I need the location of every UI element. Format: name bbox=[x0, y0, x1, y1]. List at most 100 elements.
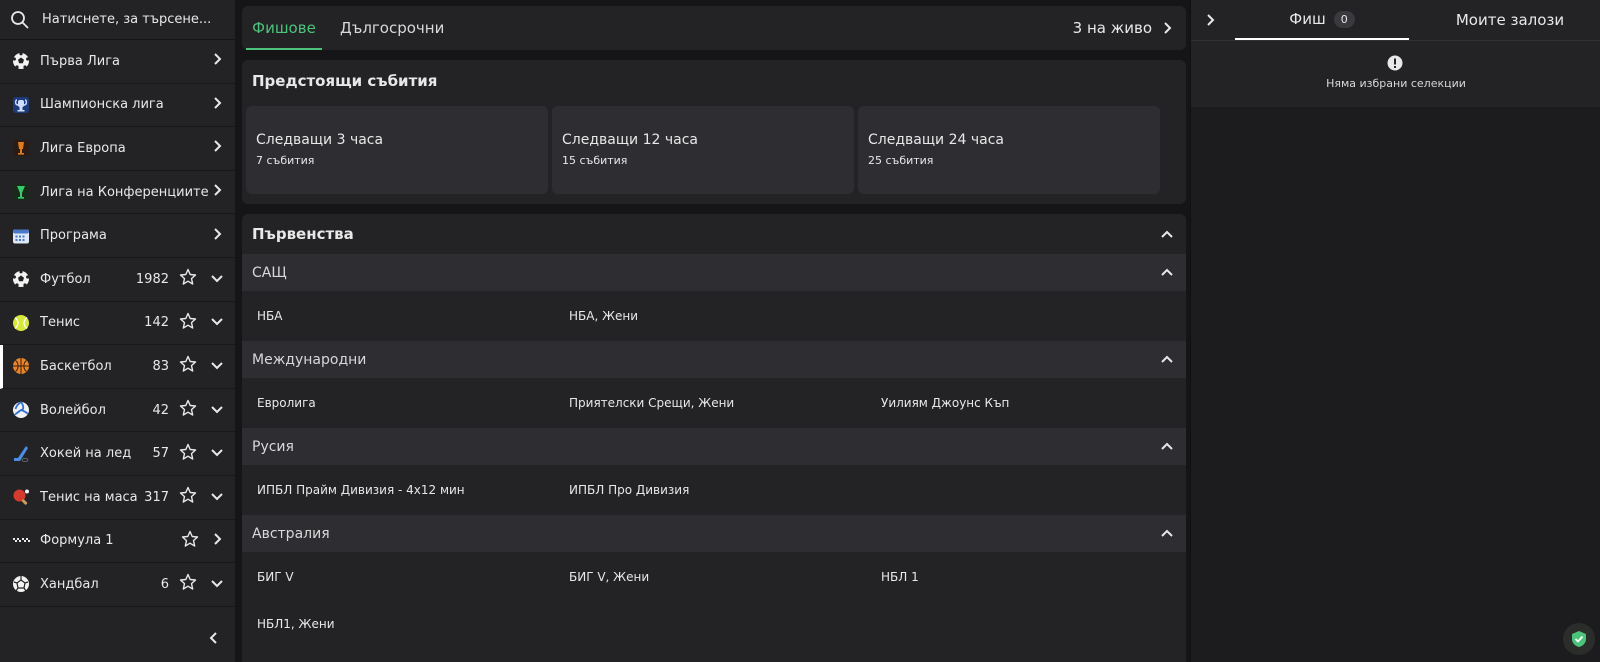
card-count: 25 събития bbox=[868, 154, 934, 167]
country-name: Международни bbox=[252, 351, 367, 368]
star-icon[interactable] bbox=[179, 312, 197, 334]
sidebar-item-11[interactable]: Формула 1 bbox=[0, 520, 235, 564]
sidebar-item-label: Първа Лига bbox=[40, 53, 120, 69]
collapse-sidebar-icon[interactable] bbox=[206, 630, 222, 646]
info-alert-icon bbox=[1387, 55, 1403, 71]
chevron-down-icon[interactable] bbox=[209, 488, 225, 507]
championships-header[interactable]: Първенства bbox=[242, 214, 1186, 254]
sidebar-item-label: Футбол bbox=[40, 271, 91, 287]
country-name: Русия bbox=[252, 438, 294, 455]
star-icon[interactable] bbox=[179, 443, 197, 465]
chevron-up-icon[interactable] bbox=[1160, 352, 1174, 368]
chevron-right-icon[interactable] bbox=[211, 95, 225, 115]
star-icon[interactable] bbox=[179, 355, 197, 377]
chevron-up-icon[interactable] bbox=[1160, 526, 1174, 542]
league-link[interactable]: ИПБЛ Про Дивизия bbox=[554, 465, 866, 515]
sidebar-item-2[interactable]: Лига Европа bbox=[0, 127, 235, 171]
league-link[interactable]: НБА, Жени bbox=[554, 291, 866, 341]
chevron-right-icon[interactable] bbox=[1205, 12, 1217, 28]
chevron-right-icon[interactable] bbox=[211, 182, 225, 202]
event-count: 83 bbox=[152, 358, 169, 374]
sidebar-item-4[interactable]: Програма bbox=[0, 214, 235, 258]
search-bar[interactable] bbox=[0, 0, 235, 40]
chevron-right-icon[interactable] bbox=[211, 138, 225, 158]
tennis-ball-icon bbox=[12, 314, 30, 332]
chevron-down-icon[interactable] bbox=[209, 401, 225, 420]
card-title: Следващи 12 часа bbox=[562, 132, 698, 148]
search-icon bbox=[11, 10, 29, 29]
chevron-down-icon[interactable] bbox=[209, 357, 225, 376]
star-icon[interactable] bbox=[179, 268, 197, 290]
chevron-up-icon[interactable] bbox=[1160, 229, 1174, 239]
upcoming-card-12h[interactable]: Следващи 12 часа 15 събития bbox=[552, 106, 854, 194]
europa-trophy-icon bbox=[12, 139, 30, 157]
betslip-count-badge: 0 bbox=[1333, 10, 1355, 28]
country-header[interactable]: Австралия bbox=[242, 515, 1186, 552]
upcoming-card-24h[interactable]: Следващи 24 часа 25 събития bbox=[858, 106, 1160, 194]
sidebar-item-3[interactable]: Лига на Конференциите bbox=[0, 171, 235, 215]
chevron-up-icon[interactable] bbox=[1160, 439, 1174, 455]
league-grid: БИГ V БИГ V, Жени НБЛ 1 НБЛ1, Жени bbox=[242, 552, 1186, 646]
league-link[interactable]: Приятелски Срещи, Жени bbox=[554, 378, 866, 428]
sidebar-item-label: Шампионска лига bbox=[40, 97, 164, 113]
event-count: 6 bbox=[160, 576, 169, 592]
league-link[interactable]: Уилиям Джоунс Къп bbox=[866, 378, 1186, 428]
event-count: 1982 bbox=[135, 271, 169, 287]
chevron-up-icon[interactable] bbox=[1160, 265, 1174, 281]
racing-flag-icon bbox=[12, 532, 30, 550]
sidebar-item-label: Формула 1 bbox=[40, 533, 114, 549]
hockey-stick-icon bbox=[12, 445, 30, 463]
league-link[interactable]: Евролига bbox=[242, 378, 554, 428]
search-input[interactable] bbox=[42, 12, 222, 27]
chevron-right-icon[interactable] bbox=[211, 226, 225, 246]
tab-my-bets[interactable]: Моите залози bbox=[1419, 0, 1600, 40]
star-icon[interactable] bbox=[179, 399, 197, 421]
live-events-link[interactable]: 3 на живо bbox=[1073, 6, 1174, 50]
sidebar-item-0[interactable]: Първа Лига bbox=[0, 40, 235, 84]
tab-long-term[interactable]: Дългосрочни bbox=[340, 6, 444, 50]
conference-trophy-icon bbox=[12, 183, 30, 201]
chevron-down-icon[interactable] bbox=[209, 575, 225, 594]
volleyball-icon bbox=[12, 401, 30, 419]
sidebar-item-8[interactable]: Волейбол 42 bbox=[0, 389, 235, 433]
sidebar-item-9[interactable]: Хокей на лед 57 bbox=[0, 432, 235, 476]
country-header[interactable]: Международни bbox=[242, 341, 1186, 378]
event-count: 42 bbox=[152, 402, 169, 418]
chevron-down-icon[interactable] bbox=[209, 444, 225, 463]
basketball-icon bbox=[12, 357, 30, 375]
sport-nav-list: Първа Лига Шампионска лига Лига Европа Лига… bbox=[0, 40, 235, 607]
chevron-down-icon[interactable] bbox=[209, 313, 225, 332]
sidebar-item-label: Лига Европа bbox=[40, 140, 126, 156]
league-link[interactable]: НБЛ1, Жени bbox=[242, 602, 554, 646]
sidebar-item-12[interactable]: Хандбал 6 bbox=[0, 563, 235, 607]
sidebar-item-6[interactable]: Тенис 142 bbox=[0, 302, 235, 346]
league-link[interactable]: НБА bbox=[242, 291, 554, 341]
sidebar-item-label: Волейбол bbox=[40, 402, 106, 418]
country-header[interactable]: Русия bbox=[242, 428, 1186, 465]
sidebar-item-10[interactable]: Тенис на маса 317 bbox=[0, 476, 235, 520]
sidebar-item-label: Хандбал bbox=[40, 576, 99, 592]
sidebar-item-label: Тенис bbox=[40, 315, 81, 331]
star-icon[interactable] bbox=[179, 573, 197, 595]
country-name: САЩ bbox=[252, 264, 287, 281]
league-link[interactable]: БИГ V bbox=[242, 552, 554, 602]
upcoming-card-3h[interactable]: Следващи 3 часа 7 събития bbox=[246, 106, 548, 194]
country-header[interactable]: САЩ bbox=[242, 254, 1186, 291]
upcoming-events-panel: Предстоящи събития Следващи 3 часа 7 съб… bbox=[242, 60, 1186, 204]
handball-icon bbox=[12, 575, 30, 593]
sidebar-item-7[interactable]: Баскетбол 83 bbox=[0, 345, 235, 389]
tab-betslip[interactable]: Фиш 0 bbox=[1235, 0, 1409, 40]
star-icon[interactable] bbox=[179, 486, 197, 508]
league-link[interactable]: НБЛ 1 bbox=[866, 552, 1186, 602]
sidebar-item-1[interactable]: Шампионска лига bbox=[0, 84, 235, 128]
chevron-right-icon[interactable] bbox=[211, 51, 225, 71]
star-icon[interactable] bbox=[181, 530, 199, 552]
chevron-down-icon[interactable] bbox=[209, 270, 225, 289]
tab-slips[interactable]: Фишове bbox=[246, 6, 322, 50]
league-grid: ИПБЛ Прайм Дивизия - 4х12 мин ИПБЛ Про Ди… bbox=[242, 465, 1186, 515]
league-link[interactable]: БИГ V, Жени bbox=[554, 552, 866, 602]
shield-check-icon[interactable] bbox=[1563, 623, 1595, 655]
sidebar-item-5[interactable]: Футбол 1982 bbox=[0, 258, 235, 302]
chevron-right-icon[interactable] bbox=[211, 531, 225, 551]
league-link[interactable]: ИПБЛ Прайм Дивизия - 4х12 мин bbox=[242, 465, 554, 515]
